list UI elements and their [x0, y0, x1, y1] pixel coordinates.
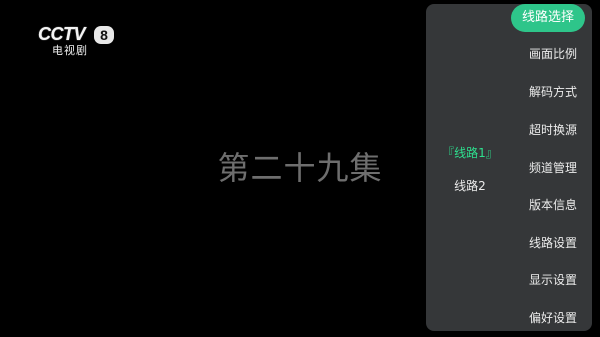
- episode-title: 第二十九集: [217, 149, 383, 187]
- menu-item-aspect-ratio[interactable]: 画面比例: [514, 45, 592, 63]
- menu-item-line-select[interactable]: 线路选择: [511, 4, 585, 32]
- settings-menu-list: 线路选择 画面比例 解码方式 超时换源 频道管理 版本信息 线路设置 显示设置 …: [511, 4, 592, 331]
- menu-item-line-settings[interactable]: 线路设置: [514, 234, 592, 252]
- menu-item-decode-mode[interactable]: 解码方式: [514, 83, 592, 101]
- menu-item-version-info[interactable]: 版本信息: [514, 196, 592, 214]
- settings-menu-panel: 『线路1』 线路2 线路选择 画面比例 解码方式 超时换源 频道管理 版本信息 …: [426, 4, 592, 331]
- line-option-1[interactable]: 『线路1』: [426, 144, 514, 162]
- menu-item-timeout-switch[interactable]: 超时换源: [514, 121, 592, 139]
- menu-item-channel-manage[interactable]: 频道管理: [514, 159, 592, 177]
- menu-item-display-settings[interactable]: 显示设置: [514, 271, 592, 289]
- channel-logo-number: 8: [94, 26, 114, 44]
- line-options-list: 『线路1』 线路2: [426, 4, 514, 331]
- line-option-2[interactable]: 线路2: [426, 177, 514, 195]
- channel-logo: CCTV 8 电视剧: [38, 24, 118, 58]
- channel-logo-subtitle: 电视剧: [52, 44, 88, 57]
- menu-item-preference-settings[interactable]: 偏好设置: [514, 309, 592, 327]
- channel-logo-brand: CCTV: [38, 24, 86, 44]
